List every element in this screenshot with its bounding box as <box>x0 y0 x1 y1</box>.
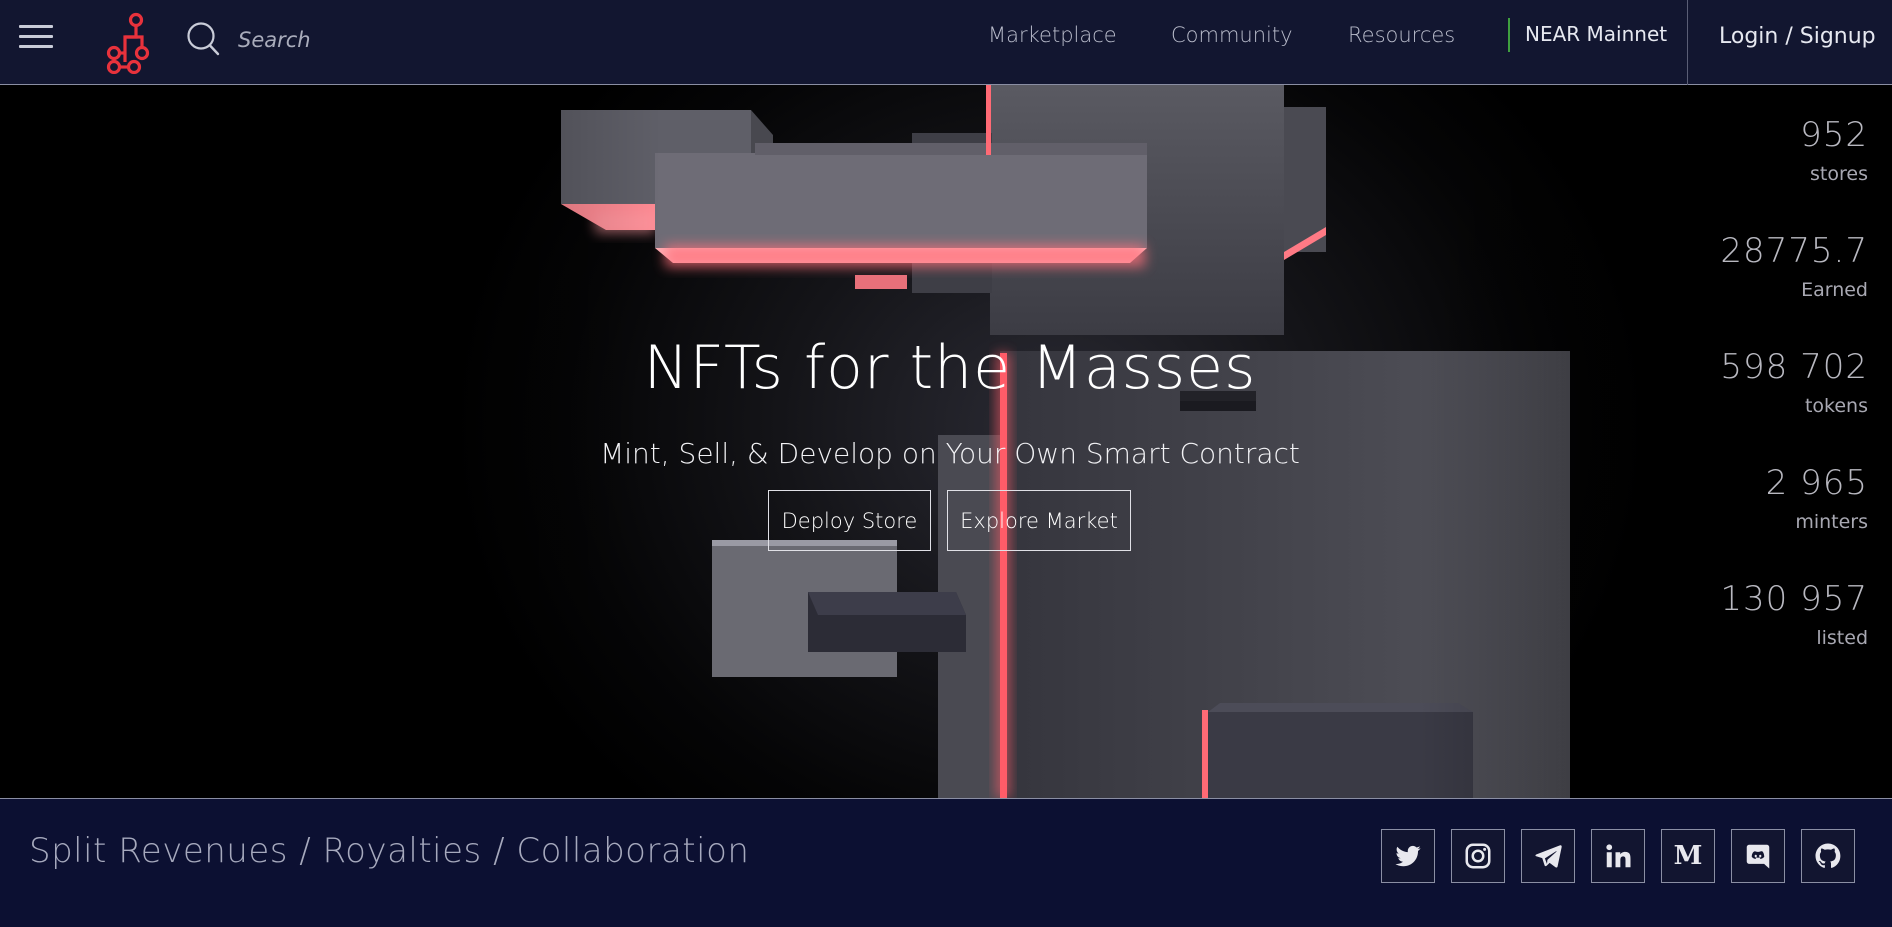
search-icon[interactable] <box>186 21 220 57</box>
footer-tagline: Split Revenues / Royalties / Collaborati… <box>29 831 750 871</box>
stat-label: listed <box>1816 627 1868 649</box>
stat-value: 598 702 <box>1720 347 1868 387</box>
hero-section: NFTs for the Masses Mint, Sell, & Develo… <box>0 85 1892 798</box>
linkedin-icon[interactable] <box>1591 829 1645 883</box>
stat-value: 130 957 <box>1720 579 1868 619</box>
stat-stores: 952 stores <box>1628 115 1868 231</box>
login-signup-link[interactable]: Login / Signup <box>1719 24 1876 49</box>
twitter-icon[interactable] <box>1381 829 1435 883</box>
footer-bar: Split Revenues / Royalties / Collaborati… <box>0 798 1892 927</box>
stat-label: tokens <box>1804 395 1868 417</box>
github-icon[interactable] <box>1801 829 1855 883</box>
stat-label: minters <box>1795 511 1868 533</box>
mintbase-logo-icon[interactable] <box>101 12 153 74</box>
instagram-icon[interactable] <box>1451 829 1505 883</box>
stat-label: stores <box>1810 163 1868 185</box>
hero-title: NFTs for the Masses <box>643 333 1257 403</box>
stat-earned: 28775.7 Earned <box>1628 231 1868 347</box>
stat-listed: 130 957 listed <box>1628 579 1868 695</box>
deploy-store-button[interactable]: Deploy Store <box>768 490 931 551</box>
nav-link-marketplace[interactable]: Marketplace <box>988 23 1117 47</box>
hamburger-menu-icon[interactable] <box>19 25 53 49</box>
explore-market-button[interactable]: Explore Market <box>947 490 1131 551</box>
medium-icon[interactable]: M <box>1661 829 1715 883</box>
stat-label: Earned <box>1801 279 1868 301</box>
nav-link-resources[interactable]: Resources <box>1348 23 1455 47</box>
telegram-icon[interactable] <box>1521 829 1575 883</box>
stat-value: 28775.7 <box>1720 231 1868 271</box>
stat-minters: 2 965 minters <box>1628 463 1868 579</box>
medium-glyph: M <box>1673 841 1703 871</box>
search-input[interactable] <box>238 24 498 56</box>
stat-tokens: 598 702 tokens <box>1628 347 1868 463</box>
stats-panel: 952 stores 28775.7 Earned 598 702 tokens… <box>1628 115 1868 695</box>
stat-value: 952 <box>1800 115 1868 155</box>
network-selector[interactable]: NEAR Mainnet <box>1525 22 1667 46</box>
top-nav: Marketplace Community Resources NEAR Mai… <box>0 0 1892 85</box>
nav-divider <box>1687 0 1688 85</box>
network-divider <box>1508 18 1510 52</box>
discord-icon[interactable] <box>1731 829 1785 883</box>
stat-value: 2 965 <box>1765 463 1868 503</box>
hero-subtitle: Mint, Sell, & Develop on Your Own Smart … <box>600 437 1300 470</box>
nav-link-community[interactable]: Community <box>1171 23 1293 47</box>
